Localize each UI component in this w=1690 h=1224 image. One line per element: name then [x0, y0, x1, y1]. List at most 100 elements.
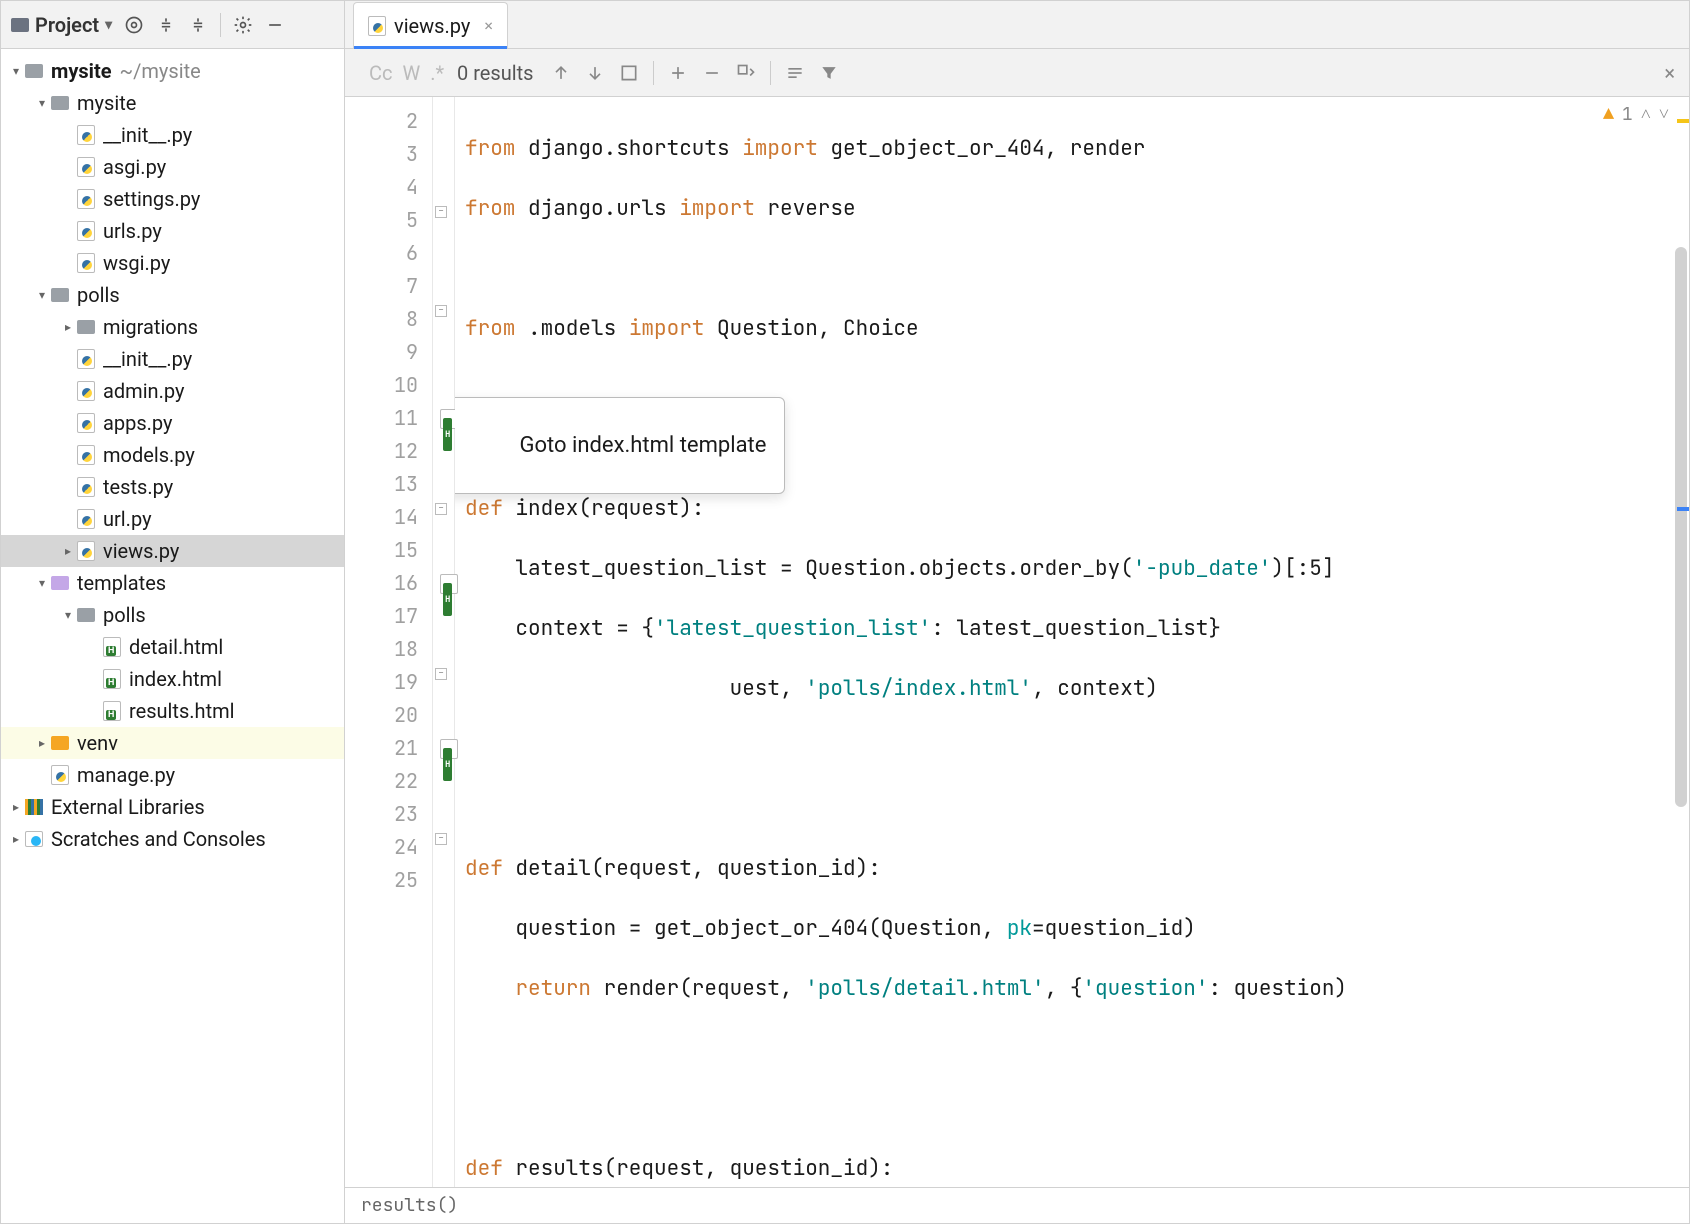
- tree-file[interactable]: ▸settings.py: [1, 183, 344, 215]
- find-actions: [551, 61, 839, 85]
- close-icon[interactable]: ×: [484, 16, 493, 35]
- fold-gutter[interactable]: − − − − −: [433, 97, 455, 1187]
- tab-label: views.py: [394, 14, 470, 38]
- html-file-icon: [103, 670, 121, 688]
- python-file-icon: [77, 350, 95, 368]
- venv-folder-icon: [51, 736, 69, 750]
- project-label: Project: [35, 13, 99, 37]
- project-dropdown[interactable]: Project ▾: [11, 13, 112, 37]
- tree-folder[interactable]: ▾templates: [1, 567, 344, 599]
- warning-icon: ▲: [1603, 103, 1614, 126]
- python-file-icon: [77, 190, 95, 208]
- python-file-icon: [77, 222, 95, 240]
- tree-file[interactable]: ▸index.html: [1, 663, 344, 695]
- breadcrumb-item[interactable]: results(): [361, 1194, 458, 1217]
- find-toolbar: Cc W .* 0 results ×: [345, 49, 1689, 97]
- minimize-icon[interactable]: [265, 15, 285, 35]
- tree-file[interactable]: ▸apps.py: [1, 407, 344, 439]
- fold-icon[interactable]: −: [435, 503, 447, 515]
- collapse-all-icon[interactable]: [188, 15, 208, 35]
- add-selection-icon[interactable]: [668, 63, 688, 83]
- tree-file[interactable]: ▸__init__.py: [1, 343, 344, 375]
- locate-icon[interactable]: [124, 15, 144, 35]
- tree-file[interactable]: ▸asgi.py: [1, 151, 344, 183]
- folder-icon: [77, 320, 95, 334]
- tree-file[interactable]: ▸manage.py: [1, 759, 344, 791]
- folder-icon: [51, 96, 69, 110]
- chevron-down-icon[interactable]: ˅: [1659, 103, 1669, 126]
- select-all-icon[interactable]: [619, 63, 639, 83]
- tree-file[interactable]: ▸urls.py: [1, 215, 344, 247]
- tree-folder[interactable]: ▾polls: [1, 279, 344, 311]
- tree-file[interactable]: ▸results.html: [1, 695, 344, 727]
- find-results-count: 0 results: [457, 61, 533, 85]
- chevron-up-icon[interactable]: ˄: [1641, 103, 1651, 126]
- html-file-icon: [103, 702, 121, 720]
- tree-file[interactable]: ▸tests.py: [1, 471, 344, 503]
- settings-list-icon[interactable]: [785, 63, 805, 83]
- arrow-up-icon[interactable]: [551, 63, 571, 83]
- select-all-occurrences-icon[interactable]: [736, 63, 756, 83]
- templates-folder-icon: [51, 576, 69, 590]
- expand-all-icon[interactable]: [156, 15, 176, 35]
- tree-folder[interactable]: ▸migrations: [1, 311, 344, 343]
- filter-icon[interactable]: [819, 63, 839, 83]
- tree-file[interactable]: ▸models.py: [1, 439, 344, 471]
- html-file-icon: [103, 638, 121, 656]
- scrollbar-mark-warning[interactable]: [1677, 119, 1689, 123]
- tooltip-text: Goto index.html template: [519, 433, 766, 458]
- tree-folder[interactable]: ▾mysite: [1, 87, 344, 119]
- gutter-tooltip: Goto index.html template: [455, 397, 785, 494]
- line-number-gutter[interactable]: 2 3 4 5 6 7 8 9 10 11 12 13 14 15 16 17: [345, 97, 433, 1187]
- python-file-icon: [77, 414, 95, 432]
- fold-icon[interactable]: −: [435, 833, 447, 845]
- tree-file[interactable]: ▸__init__.py: [1, 119, 344, 151]
- tree-file[interactable]: ▸admin.py: [1, 375, 344, 407]
- ide-window: Project ▾ views.py × ▾mysite~/mysite ▾my…: [0, 0, 1690, 1224]
- regex-icon[interactable]: .*: [430, 61, 444, 85]
- project-tool-toolbar: Project ▾: [1, 1, 345, 48]
- python-file-icon: [77, 126, 95, 144]
- tree-file[interactable]: ▸wsgi.py: [1, 247, 344, 279]
- python-file-icon: [77, 158, 95, 176]
- library-icon: [25, 799, 43, 815]
- separator: [220, 13, 221, 37]
- top-toolbar-row: Project ▾ views.py ×: [1, 1, 1689, 49]
- tree-file-views[interactable]: ▸views.py: [1, 535, 344, 567]
- python-file-icon: [77, 254, 95, 272]
- gear-icon[interactable]: [233, 15, 253, 35]
- folder-icon: [77, 608, 95, 622]
- close-icon[interactable]: ×: [1664, 61, 1675, 85]
- fold-icon[interactable]: −: [435, 206, 447, 218]
- code-editor[interactable]: from django.shortcuts import get_object_…: [455, 97, 1689, 1187]
- scrollbar-mark-caret[interactable]: [1677, 507, 1689, 511]
- word-icon[interactable]: W: [403, 61, 421, 85]
- tree-file[interactable]: ▸detail.html: [1, 631, 344, 663]
- editor-body: 2 3 4 5 6 7 8 9 10 11 12 13 14 15 16 17: [345, 97, 1689, 1187]
- arrow-down-icon[interactable]: [585, 63, 605, 83]
- inspections-widget[interactable]: ▲ 1 ˄ ˅: [1603, 103, 1669, 126]
- python-file-icon: [368, 17, 386, 35]
- tree-root[interactable]: ▾mysite~/mysite: [1, 55, 344, 87]
- match-case-icon[interactable]: Cc: [369, 61, 393, 85]
- chevron-down-icon: ▾: [105, 17, 112, 33]
- folder-icon: [11, 18, 29, 32]
- python-file-icon: [77, 510, 95, 528]
- editor-tab-bar: views.py ×: [345, 1, 1689, 48]
- fold-icon[interactable]: −: [435, 305, 447, 317]
- tree-external-libs[interactable]: ▸External Libraries: [1, 791, 344, 823]
- tab-views-py[interactable]: views.py ×: [353, 2, 508, 48]
- folder-icon: [51, 288, 69, 302]
- fold-icon[interactable]: −: [435, 668, 447, 680]
- tree-scratches[interactable]: ▸Scratches and Consoles: [1, 823, 344, 855]
- remove-selection-icon[interactable]: [702, 63, 722, 83]
- find-input[interactable]: Cc W .*: [359, 61, 439, 85]
- project-tree[interactable]: ▾mysite~/mysite ▾mysite ▸__init__.py ▸as…: [1, 49, 345, 1223]
- scrollbar-thumb[interactable]: [1675, 247, 1687, 807]
- python-file-icon: [77, 478, 95, 496]
- tree-folder-venv[interactable]: ▸venv: [1, 727, 344, 759]
- python-file-icon: [77, 382, 95, 400]
- tree-file[interactable]: ▸url.py: [1, 503, 344, 535]
- breadcrumb-bar[interactable]: results(): [345, 1187, 1689, 1223]
- tree-folder[interactable]: ▾polls: [1, 599, 344, 631]
